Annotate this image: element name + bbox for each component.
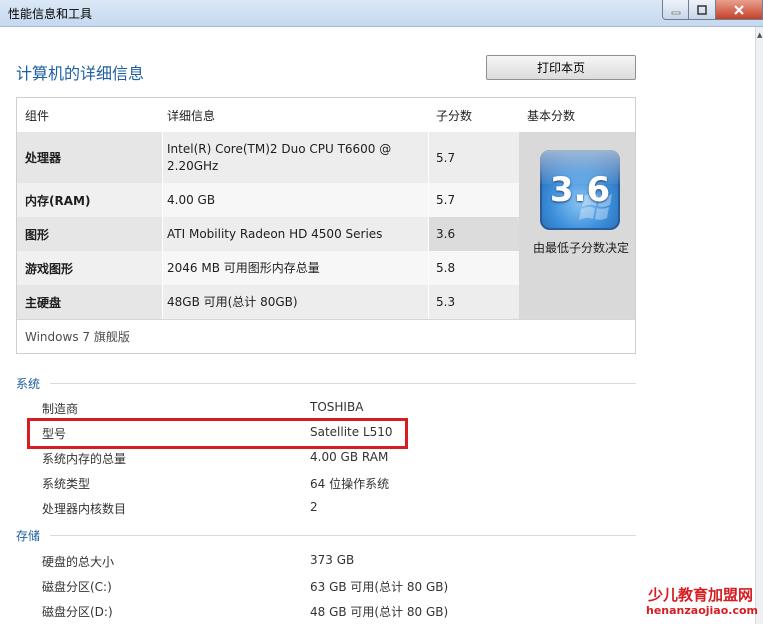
column-header-subscore: 子分数 (436, 109, 473, 123)
info-label: 硬盘的总大小 (42, 555, 115, 569)
info-label: 磁盘分区(D:) (42, 605, 113, 619)
vertical-scrollbar[interactable]: ▲ (755, 27, 763, 624)
base-score-note: 由最低子分数决定 (533, 241, 630, 255)
section-title-storage: 存储 (16, 529, 41, 543)
close-button[interactable] (716, 0, 763, 20)
minimize-icon (671, 11, 680, 14)
info-value: 64 位操作系统 (310, 477, 390, 491)
component-subscore: 5.7 (428, 132, 519, 183)
table-row: 内存(RAM) 4.00 GB 5.7 (17, 183, 519, 217)
info-value: TOSHIBA (310, 400, 364, 414)
info-label: 磁盘分区(C:) (42, 580, 112, 594)
section-divider (50, 383, 636, 384)
column-divider (428, 132, 429, 319)
close-icon (734, 4, 744, 15)
info-value: 2 (310, 500, 318, 514)
scroll-up-arrow-icon[interactable]: ▲ (757, 31, 762, 39)
component-subscore: 5.8 (428, 251, 519, 285)
minimize-button[interactable] (662, 0, 689, 20)
windows-edition: Windows 7 旗舰版 (17, 319, 635, 353)
component-detail: 4.00 GB (162, 183, 428, 217)
table-row: 图形 ATI Mobility Radeon HD 4500 Series 3.… (17, 217, 519, 251)
maximize-icon (697, 4, 707, 15)
component-subscore: 3.6 (428, 217, 519, 251)
column-header-component: 组件 (25, 109, 50, 123)
component-name: 游戏图形 (25, 261, 74, 276)
component-detail: 2046 MB 可用图形内存总量 (162, 251, 428, 285)
info-value: 48 GB 可用(总计 80 GB) (310, 605, 449, 619)
model-highlight-box (27, 418, 408, 449)
component-detail: 48GB 可用(总计 80GB) (162, 285, 428, 319)
window-title: 性能信息和工具 (8, 7, 93, 21)
column-divider (162, 132, 163, 319)
watermark-url: henanzaojiao.com (646, 604, 758, 617)
print-page-button[interactable]: 打印本页 (486, 55, 636, 80)
score-table: 组件 详细信息 子分数 基本分数 处理器 Intel(R) Core(TM)2 … (16, 97, 636, 354)
info-value: 4.00 GB RAM (310, 450, 389, 464)
component-detail: ATI Mobility Radeon HD 4500 Series (162, 217, 428, 251)
windows-score-badge-icon: 3.6 (540, 150, 620, 230)
info-label: 系统内存的总量 (42, 452, 127, 466)
base-score-value: 3.6 (549, 170, 611, 210)
component-subscore: 5.3 (428, 285, 519, 319)
table-row: 处理器 Intel(R) Core(TM)2 Duo CPU T6600 @ 2… (17, 132, 519, 183)
maximize-button[interactable] (689, 0, 716, 20)
component-name: 处理器 (25, 151, 62, 165)
info-label: 处理器内核数目 (42, 502, 127, 516)
base-score-panel: 3.6 由最低子分数决定 (519, 132, 635, 319)
component-subscore: 5.7 (428, 183, 519, 217)
section-title-system: 系统 (16, 377, 41, 391)
component-detail: Intel(R) Core(TM)2 Duo CPU T6600 @ 2.20G… (162, 132, 428, 183)
page-title: 计算机的详细信息 (16, 64, 145, 83)
column-header-details: 详细信息 (167, 109, 216, 123)
component-name: 图形 (25, 227, 50, 242)
watermark-text: 少儿教育加盟网 (648, 586, 754, 604)
table-row: 游戏图形 2046 MB 可用图形内存总量 5.8 (17, 251, 519, 285)
column-header-base-score: 基本分数 (527, 109, 576, 123)
info-label: 制造商 (42, 402, 79, 416)
section-divider (50, 535, 636, 536)
info-value: 373 GB (310, 553, 355, 567)
component-name: 内存(RAM) (25, 193, 91, 208)
info-value: 63 GB 可用(总计 80 GB) (310, 580, 449, 594)
info-label: 系统类型 (42, 477, 91, 491)
title-bar: 性能信息和工具 (0, 0, 763, 27)
table-row: 主硬盘 48GB 可用(总计 80GB) 5.3 (17, 285, 519, 319)
component-name: 主硬盘 (25, 295, 62, 310)
window-controls (662, 0, 763, 20)
